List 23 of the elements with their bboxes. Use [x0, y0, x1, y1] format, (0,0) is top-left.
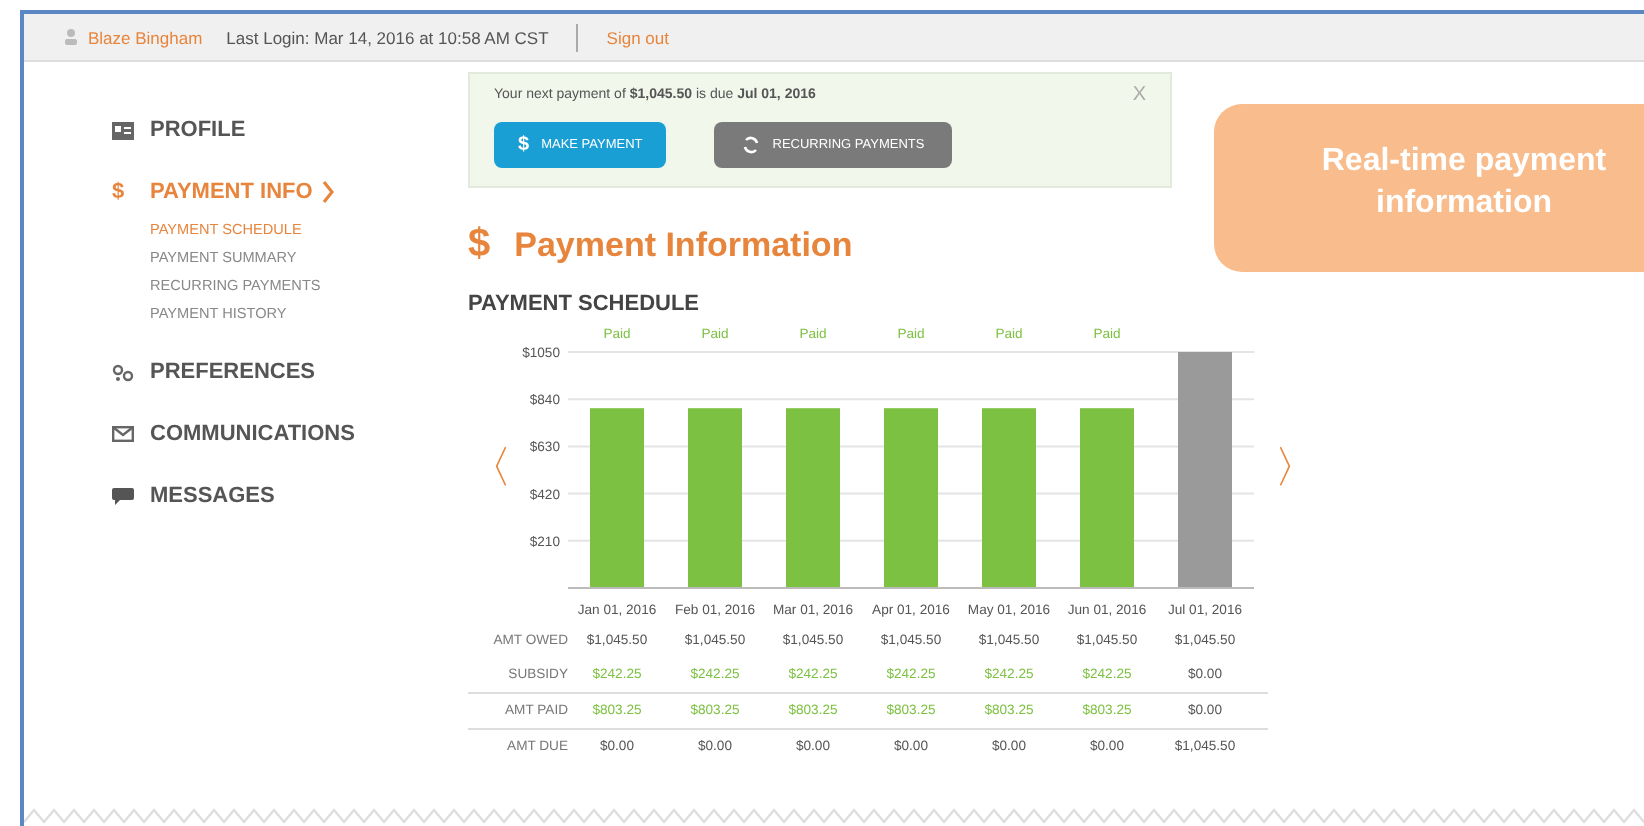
user-name-link[interactable]: Blaze Bingham: [88, 27, 203, 47]
previous-button[interactable]: 〈: [468, 438, 504, 498]
refresh-icon: [742, 136, 761, 154]
dollar-icon: $: [518, 134, 530, 156]
id-card-icon: [112, 121, 134, 139]
section-title: PAYMENT SCHEDULE: [468, 292, 702, 316]
sidebar-item[interactable]: PROFILE: [112, 114, 464, 146]
speech-bubble-icon: [112, 487, 134, 505]
dollar-icon: $: [112, 180, 134, 204]
close-button[interactable]: X: [1132, 84, 1146, 106]
next-button[interactable]: 〉: [1274, 438, 1310, 498]
dollar-icon: $: [468, 222, 491, 268]
sidebar-item[interactable]: PREFERENCES: [112, 356, 464, 388]
sign-out-link[interactable]: Sign out: [606, 27, 669, 47]
envelope-icon: [112, 426, 134, 442]
user-icon: [64, 28, 78, 46]
sidebar-item[interactable]: MESSAGES: [112, 480, 464, 512]
sidebar-item[interactable]: $ PAYMENT INFO: [112, 176, 464, 208]
callout-banner: Real-time payment information: [1214, 104, 1644, 272]
sidebar-item[interactable]: COMMUNICATIONS: [112, 418, 464, 450]
page-title: Payment Information: [514, 225, 853, 265]
toggles-icon: [112, 363, 134, 381]
last-login-text: Last Login: Mar 14, 2016 at 10:58 AM CST: [226, 27, 549, 47]
